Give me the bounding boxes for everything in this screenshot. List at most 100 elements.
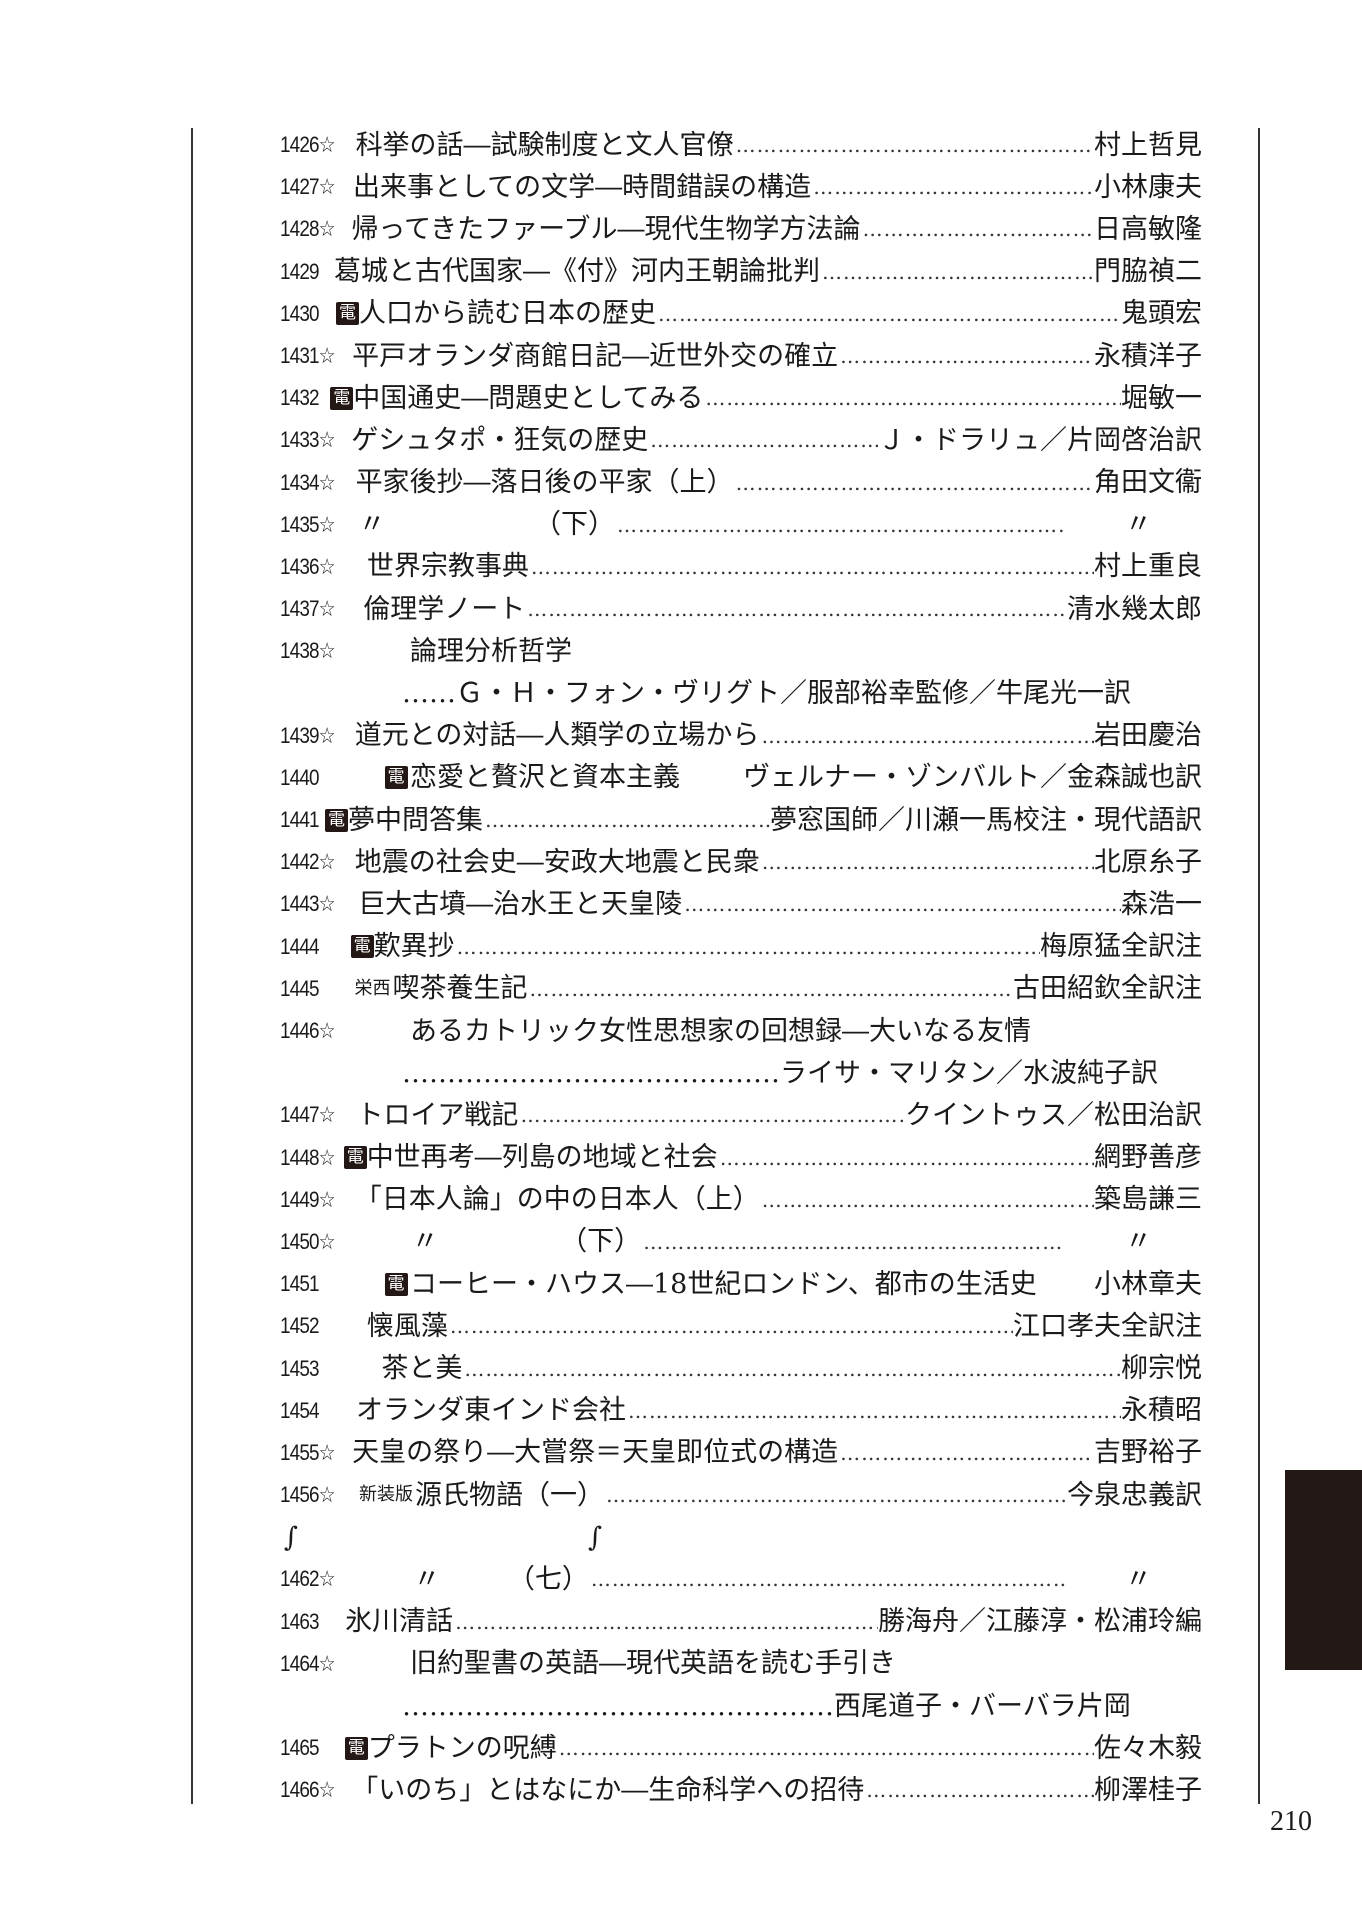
entry-title: あるカトリック女性思想家の回想録―大いなる友情 — [410, 1015, 1031, 1047]
entry-number: 1448 — [280, 1144, 320, 1170]
entry-title: 源氏物語（一） — [414, 1479, 604, 1511]
entry-title: 葛城と古代国家―《付》河内王朝論批判 — [333, 256, 820, 288]
entry-author: 網野善彦 — [1094, 1142, 1202, 1174]
entry-continuation: ……Ｇ・Ｈ・フォン・ヴリグト／服部裕幸監修／牛尾光一訳 — [402, 678, 1131, 710]
left-rule — [191, 128, 193, 1804]
entry-author: 村上重良 — [1094, 551, 1202, 583]
entry-title: 人口から読む日本の歴史 — [358, 298, 656, 330]
entry-title: 「日本人論」の中の日本人（上） — [354, 1184, 760, 1216]
list-item: 1452 懐風藻………………………………………………………………………………………… — [280, 1305, 1202, 1347]
entry-number: 1432 — [280, 385, 320, 411]
star-mark: ☆ — [318, 427, 336, 453]
star-mark: ☆ — [318, 849, 336, 875]
star-mark: ☆ — [318, 1144, 336, 1170]
list-item: 1462☆ 〃 （七）……………………………………………………………………………… — [280, 1558, 1202, 1600]
list-item: 1430 電人口から読む日本の歴史………………………………………………………………… — [280, 293, 1202, 335]
list-item: 1449☆ 「日本人論」の中の日本人（上）……………………………………………………… — [280, 1179, 1202, 1221]
entry-number: 1466 — [280, 1777, 320, 1803]
entry-title: 氷川清話 — [345, 1606, 454, 1638]
entry-number: 1435 — [280, 511, 320, 537]
entry-title: 歎異抄 — [373, 931, 455, 963]
list-item: 1455☆ 天皇の祭り―大嘗祭＝天皇即位式の構造……………………………………………… — [280, 1432, 1202, 1474]
entry-author: 永積洋子 — [1094, 340, 1202, 372]
list-item: …………………………………………西尾道子・バーバラ片岡 — [280, 1685, 1202, 1727]
leader-dots: ………………………………………………………………………………………………………… — [627, 1400, 1121, 1421]
list-item: 1427☆ 出来事としての文学―時間錯誤の構造………………………………………………… — [280, 166, 1202, 208]
leader-dots: ………………………………………………………………………………………………………… — [735, 135, 1094, 156]
leader-dots: ………………………………………………………………………………………………………… — [735, 472, 1094, 493]
entry-number: 1439 — [280, 722, 320, 748]
entry-number: 1433 — [280, 427, 320, 453]
leader-dots: ………………………………………………………………………………………………………… — [484, 810, 770, 831]
star-mark: ☆ — [318, 343, 336, 369]
entry-title: 倫理学ノート — [363, 593, 526, 625]
entry-number: 1426 — [280, 132, 320, 158]
list-item: 1426☆ 科挙の話―試験制度と文人官僚………………………………………………………… — [280, 124, 1202, 166]
entry-title: 天皇の祭り―大嘗祭＝天皇即位式の構造 — [352, 1437, 839, 1469]
leader-dots: ………………………………………………………………………………………………………… — [455, 1611, 878, 1632]
entry-number: 1456 — [280, 1482, 320, 1508]
entry-author: 佐々木毅 — [1094, 1732, 1202, 1764]
entry-title: 道元との対話―人類学の立場から — [354, 720, 760, 752]
leader-dots: ………………………………………………………………………………………………………… — [761, 852, 1094, 873]
entry-title: トロイア戦記 — [356, 1099, 519, 1131]
leader-dots: ………………………………………………………………………………………………………… — [719, 1147, 1094, 1168]
entry-number: 1436 — [280, 553, 320, 579]
list-item: 1446☆ あるカトリック女性思想家の回想録―大いなる友情 — [280, 1010, 1202, 1052]
ebook-badge-icon: 電 — [330, 386, 354, 410]
entry-number: 1446 — [280, 1018, 320, 1044]
list-item: 1453 茶と美………………………………………………………………………………………… — [280, 1347, 1202, 1389]
list-item: 1456☆ 新装版源氏物語（一）…………………………………………………………………… — [280, 1474, 1202, 1516]
list-item: 1447☆ トロイア戦記……………………………………………………………………………… — [280, 1094, 1202, 1136]
list-item: ……………………………………ライサ・マリタン／水波純子訳 — [280, 1052, 1202, 1094]
star-mark: ☆ — [318, 1650, 336, 1676]
list-item: 1448☆ 電中世再考―列島の地域と社会………………………………………………………… — [280, 1137, 1202, 1179]
star-mark: ☆ — [318, 1566, 336, 1592]
leader-dots: ………………………………………………………………………………………………………… — [813, 177, 1094, 198]
star-mark: ☆ — [318, 1102, 336, 1128]
star-mark: ☆ — [318, 174, 336, 200]
list-item: 1429 葛城と古代国家―《付》河内王朝論批判………………………………………………… — [280, 251, 1202, 293]
ebook-badge-icon: 電 — [350, 935, 374, 959]
entry-author: 永積昭 — [1121, 1395, 1202, 1427]
leader-dots: ………………………………………………………………………………………………………… — [530, 556, 1094, 577]
entry-title: ゲシュタポ・狂気の歴史 — [351, 424, 649, 456]
ebook-badge-icon: 電 — [384, 1272, 408, 1296]
entry-number: 1450 — [280, 1228, 320, 1254]
entry-author: 〃 — [1125, 1563, 1152, 1595]
entry-number: 1427 — [280, 174, 320, 200]
ebook-badge-icon: 電 — [324, 808, 348, 832]
leader-dots: ………………………………………………………………………………………………………… — [761, 725, 1094, 746]
star-mark: ☆ — [318, 1439, 336, 1465]
entry-title: 「いのち」とはなにか―生命科学への招待 — [351, 1774, 865, 1806]
ebook-badge-icon: 電 — [335, 302, 359, 326]
star-mark: ☆ — [318, 469, 336, 495]
list-item: 1432 電中国通史―問題史としてみる…………………………………………………………… — [280, 377, 1202, 419]
star-mark: ☆ — [318, 1777, 336, 1803]
entry-number: 1465 — [280, 1735, 320, 1761]
entry-title: 喫茶養生記 — [392, 973, 528, 1005]
title-prefix: 新装版 — [358, 1484, 413, 1506]
entry-number: 1451 — [280, 1271, 320, 1297]
leader-dots: ………………………………………………………………………………………………………… — [617, 514, 1065, 535]
leader-dots: ………………………………………………………………………………………………………… — [684, 894, 1121, 915]
entry-author: 夢窓国師／川瀬一馬校注・現代語訳 — [770, 804, 1202, 836]
entry-title: 出来事としての文学―時間錯誤の構造 — [352, 171, 812, 203]
star-mark: ☆ — [318, 1482, 336, 1508]
star-mark: ☆ — [318, 511, 336, 537]
list-item: ∫ ∫ — [280, 1516, 1202, 1558]
list-item: 1450☆ 〃 （下）……………………………………………………………………………… — [280, 1221, 1202, 1263]
entry-title: 平家後抄―落日後の平家（上） — [355, 467, 734, 499]
star-mark: ☆ — [318, 596, 336, 622]
entry-author: 今泉忠義訳 — [1067, 1479, 1202, 1511]
entry-author: 岩田慶治 — [1094, 720, 1202, 752]
entry-title: コーヒー・ハウス―18世紀ロンドン、都市の生活史 — [410, 1268, 1037, 1300]
entry-author: クイントゥス／松田治訳 — [905, 1099, 1202, 1131]
entry-title: オランダ東インド会社 — [355, 1395, 626, 1427]
leader-dots: ………………………………………………………………………………………………………… — [590, 1569, 1065, 1590]
list-item: 1442☆ 地震の社会史―安政大地震と民衆……………………………………………………… — [280, 841, 1202, 883]
entry-author: 森浩一 — [1121, 888, 1202, 920]
entry-author: 勝海舟／江藤淳・松浦玲編 — [878, 1606, 1202, 1638]
entry-author: 古田紹欽全訳注 — [1013, 973, 1202, 1005]
list-item: 1436☆ 世界宗教事典……………………………………………………………………………… — [280, 546, 1202, 588]
